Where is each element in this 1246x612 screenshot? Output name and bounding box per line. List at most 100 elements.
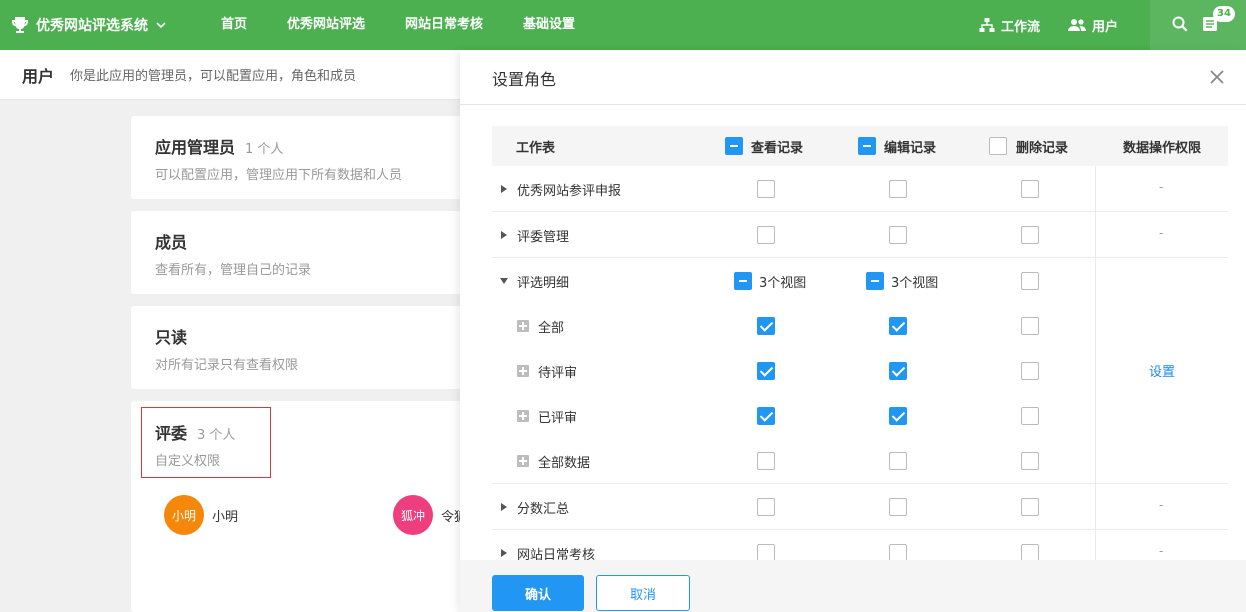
avatar: 小明: [164, 495, 204, 535]
search-icon[interactable]: [1172, 16, 1188, 32]
workflow-label: 工作流: [1001, 19, 1041, 35]
workflow-icon: [979, 18, 995, 32]
close-icon[interactable]: [1206, 66, 1228, 88]
app-switcher[interactable]: 优秀网站评选系统: [10, 0, 166, 50]
row-label: 评选明细: [517, 276, 570, 291]
role-highlight-box: [141, 407, 271, 478]
delete-checkbox[interactable]: [1021, 452, 1039, 470]
header-edit: 编辑记录: [884, 140, 937, 156]
delete-checkbox[interactable]: [1021, 362, 1039, 380]
edit-checkbox[interactable]: [889, 498, 907, 516]
role-desc: 可以配置应用，管理应用下所有数据和人员: [155, 168, 403, 183]
view-checkbox[interactable]: [757, 498, 775, 516]
member-name: 小明: [212, 509, 239, 525]
divider: [460, 104, 1246, 105]
workflow-button[interactable]: 工作流: [979, 0, 1040, 50]
users-button[interactable]: 用户: [1068, 0, 1118, 50]
trophy-icon: [12, 17, 28, 33]
view-count-text: 3个视图: [759, 276, 807, 291]
role-desc: 查看所有，管理自己的记录: [155, 263, 312, 278]
cancel-button[interactable]: 取消: [596, 575, 690, 611]
permission-table-header: 工作表 查看记录 编辑记录 删除记录 数据操作权限: [492, 126, 1228, 166]
row-divider: [492, 257, 1228, 258]
role-name: 应用管理员 1 个人: [155, 134, 283, 158]
role-title: 应用管理员: [155, 138, 236, 157]
edit-checkbox[interactable]: [889, 362, 907, 380]
view-all-checkbox[interactable]: [725, 137, 743, 155]
expand-arrow-icon[interactable]: [501, 549, 507, 557]
page-header: 用户 你是此应用的管理员，可以配置应用，角色和成员: [0, 50, 460, 100]
role-title: 只读: [155, 328, 188, 347]
column-divider: [1095, 258, 1096, 483]
member-item[interactable]: 狐冲 令狐: [393, 495, 467, 535]
view-label: 待评审: [538, 366, 578, 381]
users-icon: [1068, 19, 1086, 31]
delete-checkbox[interactable]: [1021, 272, 1039, 290]
role-title: 成员: [155, 233, 188, 252]
view-plus-icon[interactable]: [517, 365, 529, 377]
header-sheet: 工作表: [516, 140, 556, 156]
avatar: 狐冲: [393, 495, 433, 535]
role-settings-panel: 设置角色 工作表 查看记录 编辑记录 删除记录 数据操作权限 优秀网站参评申报 …: [460, 50, 1246, 612]
delete-checkbox[interactable]: [1021, 180, 1039, 198]
header-delete: 删除记录: [1016, 140, 1069, 156]
app-name: 优秀网站评选系统: [36, 18, 148, 34]
edit-all-checkbox[interactable]: [858, 137, 876, 155]
view-plus-icon[interactable]: [517, 320, 529, 332]
view-checkbox[interactable]: [757, 407, 775, 425]
expand-arrow-icon[interactable]: [501, 231, 507, 239]
delete-all-checkbox[interactable]: [989, 137, 1007, 155]
data-permission-dash: -: [1159, 180, 1164, 194]
page-description: 你是此应用的管理员，可以配置应用，角色和成员: [70, 69, 357, 84]
view-plus-icon[interactable]: [517, 410, 529, 422]
notification-badge: 34: [1213, 6, 1235, 22]
row-divider: [492, 529, 1228, 530]
role-count: 1 个人: [245, 142, 284, 157]
delete-checkbox[interactable]: [1021, 498, 1039, 516]
view-label: 全部: [538, 321, 565, 336]
view-checkbox[interactable]: [757, 226, 775, 244]
row-divider: [492, 483, 1228, 484]
panel-title: 设置角色: [492, 70, 557, 89]
expand-arrow-icon[interactable]: [501, 503, 507, 511]
view-checkbox[interactable]: [734, 272, 752, 290]
view-plus-icon[interactable]: [517, 455, 529, 467]
nav-daily-assessment[interactable]: 网站日常考核: [405, 0, 483, 50]
delete-checkbox[interactable]: [1021, 407, 1039, 425]
edit-checkbox[interactable]: [889, 452, 907, 470]
member-item[interactable]: 小明 小明: [164, 495, 238, 535]
nav-basic-settings[interactable]: 基础设置: [523, 0, 575, 50]
set-data-permission-link[interactable]: 设置: [1149, 361, 1175, 380]
edit-checkbox[interactable]: [866, 272, 884, 290]
role-desc: 对所有记录只有查看权限: [155, 358, 299, 373]
view-label: 已评审: [538, 411, 578, 426]
row-divider: [492, 211, 1228, 212]
role-card-admin[interactable]: 应用管理员 1 个人 可以配置应用，管理应用下所有数据和人员: [131, 116, 461, 199]
confirm-button[interactable]: 确认: [492, 575, 584, 611]
edit-count-text: 3个视图: [891, 276, 939, 291]
header-view: 查看记录: [751, 140, 804, 156]
data-permission-dash: -: [1159, 498, 1164, 512]
delete-checkbox[interactable]: [1021, 226, 1039, 244]
edit-checkbox[interactable]: [889, 226, 907, 244]
edit-checkbox[interactable]: [889, 180, 907, 198]
nav-site-selection[interactable]: 优秀网站评选: [287, 0, 365, 50]
role-card-readonly[interactable]: 只读 对所有记录只有查看权限: [131, 306, 461, 389]
data-permission-dash: -: [1159, 544, 1164, 558]
row-label: 分数汇总: [517, 502, 570, 517]
edit-checkbox[interactable]: [889, 317, 907, 335]
view-checkbox[interactable]: [757, 180, 775, 198]
row-label: 评委管理: [517, 230, 570, 245]
view-checkbox[interactable]: [757, 362, 775, 380]
edit-checkbox[interactable]: [889, 407, 907, 425]
nav-home[interactable]: 首页: [221, 0, 247, 50]
collapse-arrow-icon[interactable]: [500, 278, 508, 284]
role-card-member[interactable]: 成员 查看所有，管理自己的记录: [131, 211, 461, 294]
view-checkbox[interactable]: [757, 452, 775, 470]
chevron-down-icon: [156, 22, 166, 29]
delete-checkbox[interactable]: [1021, 317, 1039, 335]
view-checkbox[interactable]: [757, 317, 775, 335]
expand-arrow-icon[interactable]: [501, 185, 507, 193]
panel-footer: 确认 取消: [460, 560, 1246, 612]
page-title: 用户: [22, 66, 55, 86]
